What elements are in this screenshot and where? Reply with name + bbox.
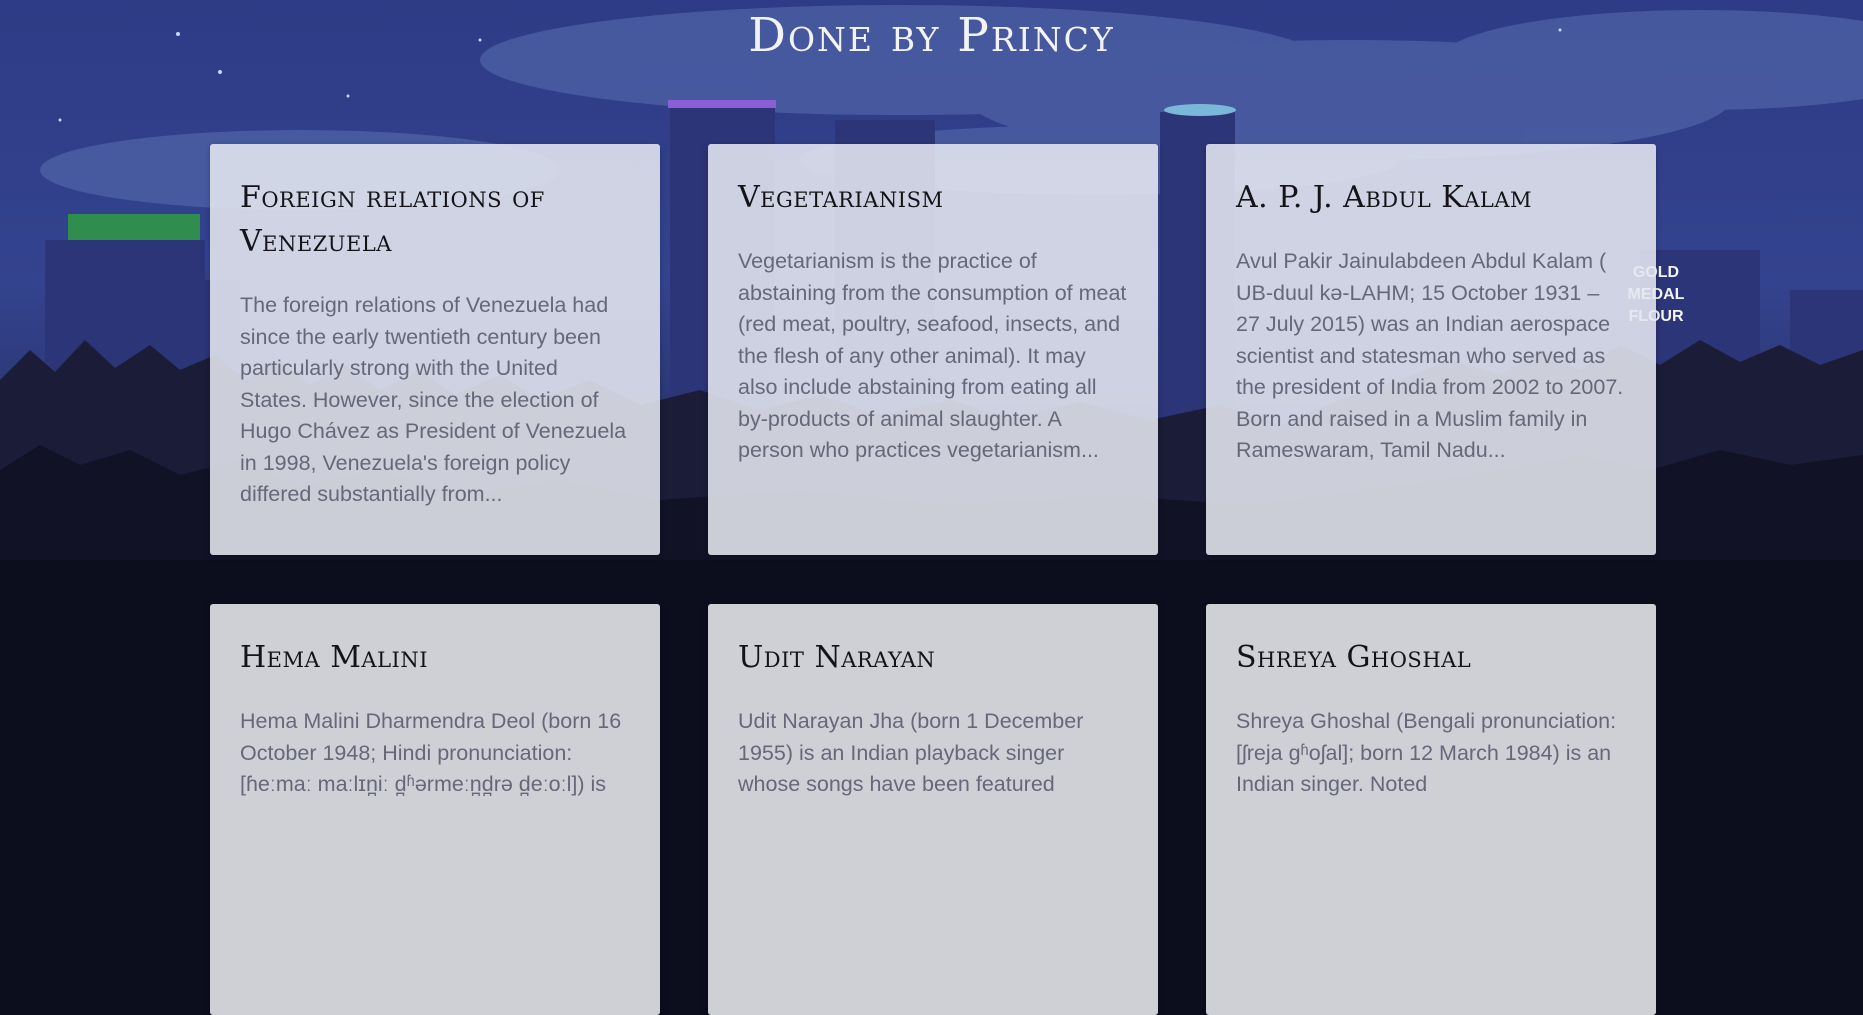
card-title[interactable]: Udit Narayan — [738, 636, 1128, 680]
article-card-apj-abdul-kalam[interactable]: A. P. J. Abdul Kalam Avul Pakir Jainulab… — [1206, 144, 1656, 555]
article-card-shreya-ghoshal[interactable]: Shreya Ghoshal Shreya Ghoshal (Bengali p… — [1206, 604, 1656, 1015]
card-excerpt: Hema Malini Dharmendra Deol (born 16 Oct… — [240, 709, 622, 796]
card-excerpt: Udit Narayan Jha (born 1 December 1955) … — [738, 709, 1084, 796]
card-excerpt: Avul Pakir Jainulabdeen Abdul Kalam ( UB… — [1236, 249, 1624, 462]
card-title[interactable]: Shreya Ghoshal — [1236, 636, 1626, 680]
card-title[interactable]: Hema Malini — [240, 636, 630, 680]
card-title[interactable]: Foreign relations of Venezuela — [240, 176, 630, 264]
card-title[interactable]: A. P. J. Abdul Kalam — [1236, 176, 1626, 220]
card-excerpt: Vegetarianism is the practice of abstain… — [738, 249, 1127, 462]
card-excerpt: The foreign relations of Venezuela had s… — [240, 293, 627, 506]
page-title: Done by Princy — [748, 8, 1115, 63]
article-card-vegetarianism[interactable]: Vegetarianism Vegetarianism is the pract… — [708, 144, 1158, 555]
card-excerpt: Shreya Ghoshal (Bengali pronunciation: [… — [1236, 709, 1617, 796]
card-title[interactable]: Vegetarianism — [738, 176, 1128, 220]
article-card-udit-narayan[interactable]: Udit Narayan Udit Narayan Jha (born 1 De… — [708, 604, 1158, 1015]
article-card-hema-malini[interactable]: Hema Malini Hema Malini Dharmendra Deol … — [210, 604, 660, 1015]
article-card-foreign-relations-of-venezuela[interactable]: Foreign relations of Venezuela The forei… — [210, 144, 660, 555]
